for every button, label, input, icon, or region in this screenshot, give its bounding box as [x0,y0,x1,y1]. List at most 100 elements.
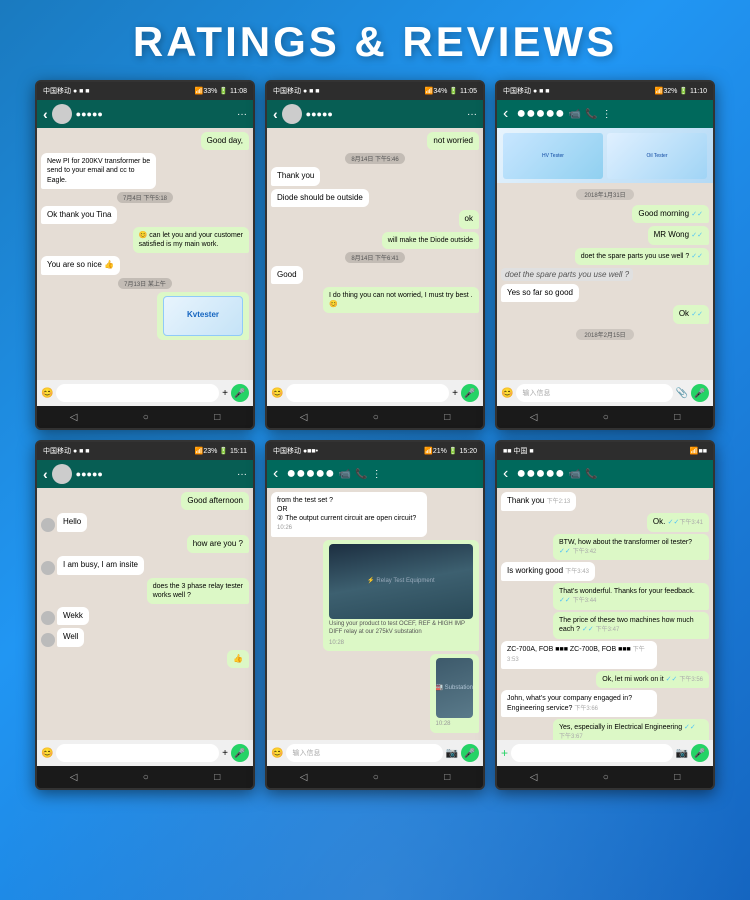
msg-row: Ok ✓✓ [501,305,709,323]
chat-input-1[interactable] [56,384,219,402]
msg-row: Is working good 下午3:43 [501,562,709,581]
back-nav[interactable]: ◁ [70,772,78,783]
back-icon-6[interactable]: ‹ [503,465,508,483]
message-bubble: Thank you [271,167,320,185]
attach-icon[interactable]: + [222,748,228,759]
mic-button-2[interactable]: 🎤 [461,384,479,402]
attach-icon[interactable]: 📷 [446,748,458,759]
back-icon-3[interactable]: ‹ [503,105,508,123]
back-nav[interactable]: ◁ [530,412,538,423]
back-nav[interactable]: ◁ [70,412,78,423]
user-avatar [41,611,55,625]
carrier-5: 中国移动 ●■■• [273,446,318,456]
emoji-icon[interactable]: 😊 [271,748,283,759]
message-bubble: Yes so far so good [501,284,579,302]
carrier-1: 中国移动 ● ■ ■ [43,86,90,96]
home-nav[interactable]: ○ [143,412,149,423]
message-bubble: Good day, [201,132,249,150]
emoji-icon[interactable]: 😊 [41,388,53,399]
message-bubble: Is working good 下午3:43 [501,562,595,581]
chat-input-5[interactable]: 输入信息 [286,744,442,762]
message-bubble: Ok ✓✓ [673,305,709,323]
message-bubble: John, what's your company engaged in? En… [501,690,657,717]
back-icon-1[interactable]: ‹ [43,106,48,122]
message-bubble: 👍 [227,650,249,668]
user-avatar [41,633,55,647]
back-nav[interactable]: ◁ [300,772,308,783]
chat-input-4[interactable] [56,744,219,762]
msg-row: Well [41,628,249,646]
header-icons-4: ··· [237,469,247,480]
mic-button-5[interactable]: 🎤 [461,744,479,762]
back-icon-2[interactable]: ‹ [273,106,278,122]
mic-button-6[interactable]: 🎤 [691,744,709,762]
camera-icon[interactable]: 📷 [676,748,688,759]
chat-body-6: Thank you 下午2:13 Ok. ✓✓下午3:41 BTW, how a… [497,488,713,740]
back-nav[interactable]: ◁ [300,412,308,423]
mic-button-4[interactable]: 🎤 [231,744,249,762]
date-divider: 2018年2月15日 [576,329,633,340]
message-bubble: Wekk [57,607,89,625]
nav-bar-5: ◁ ○ □ [267,766,483,788]
emoji-icon[interactable]: 😊 [41,748,53,759]
recents-nav[interactable]: □ [444,412,450,423]
message-bubble: ZC-700A, FOB ■■■ ZC-700B, FOB ■■■ 下午3:53 [501,641,657,669]
message-bubble: Good morning ✓✓ [632,205,709,223]
msg-row: That's wonderful. Thanks for your feedba… [501,583,709,610]
home-nav[interactable]: ○ [373,412,379,423]
back-nav[interactable]: ◁ [530,772,538,783]
attach-icon[interactable]: + [222,388,228,399]
signal-1: 📶33% 🔋 11:08 [195,87,247,95]
home-nav[interactable]: ○ [143,772,149,783]
video-icon-5[interactable]: 📹 [339,469,351,480]
timestamp: 8月14日 下午6:41 [345,252,404,263]
recents-nav[interactable]: □ [214,412,220,423]
attach-icon[interactable]: + [452,388,458,399]
signal-5: 📶21% 🔋 15:20 [424,447,477,455]
call-icon-6[interactable]: 📞 [585,469,597,480]
chat-input-bar-4: 😊 + 🎤 [37,740,253,766]
chat-body-5: from the test set ?OR② The output curren… [267,488,483,740]
msg-row: Good morning ✓✓ [501,205,709,223]
mic-button-3[interactable]: 🎤 [691,384,709,402]
user-avatar [41,518,55,532]
msg-row: ok [271,210,479,228]
status-bar-1: 中国移动 ● ■ ■ 📶33% 🔋 11:08 [37,82,253,100]
home-nav[interactable]: ○ [603,772,609,783]
call-icon-5[interactable]: 📞 [355,469,367,480]
chat-input-2[interactable] [286,384,449,402]
back-icon-5[interactable]: ‹ [273,465,278,483]
more-icon-5[interactable]: ⋮ [372,469,382,480]
video-icon[interactable]: 📹 [569,109,581,120]
recents-nav[interactable]: □ [674,412,680,423]
msg-row: Wekk [41,607,249,625]
recents-nav[interactable]: □ [674,772,680,783]
add-icon[interactable]: + [501,746,508,760]
status-bar-6: ■■ 中国 ■ 📶■■ [497,442,713,460]
chat-input-6[interactable] [511,744,673,762]
recents-nav[interactable]: □ [214,772,220,783]
home-nav[interactable]: ○ [373,772,379,783]
emoji-icon[interactable]: 😊 [271,388,283,399]
video-icon-6[interactable]: 📹 [569,469,581,480]
more-icon[interactable]: ⋮ [602,109,612,120]
msg-row: I am busy, I am insite [41,556,249,574]
call-icon[interactable]: 📞 [585,109,597,120]
message-bubble: not worried [427,132,479,150]
chat-header-1: ‹ ●●●●● ··· [37,100,253,128]
mic-button-1[interactable]: 🎤 [231,384,249,402]
home-nav[interactable]: ○ [603,412,609,423]
attach-icon[interactable]: 📎 [676,388,688,399]
emoji-icon[interactable]: 😊 [501,388,513,399]
message-bubble: The price of these two machines how much… [553,612,709,639]
signal-2: 📶34% 🔋 11:05 [425,87,477,95]
msg-row: Diode should be outside [271,189,479,207]
message-bubble: Diode should be outside [271,189,369,207]
message-bubble: MR Wong ✓✓ [648,226,709,244]
back-icon-4[interactable]: ‹ [43,466,48,482]
recents-nav[interactable]: □ [444,772,450,783]
message-bubble: Ok, let mi work on it ✓✓ 下午3:56 [596,671,709,689]
chat-input-3[interactable]: 输入信息 [516,384,672,402]
avatar-1 [52,104,72,124]
msg-row: Yes, especially in Electrical Engineerin… [501,719,709,740]
